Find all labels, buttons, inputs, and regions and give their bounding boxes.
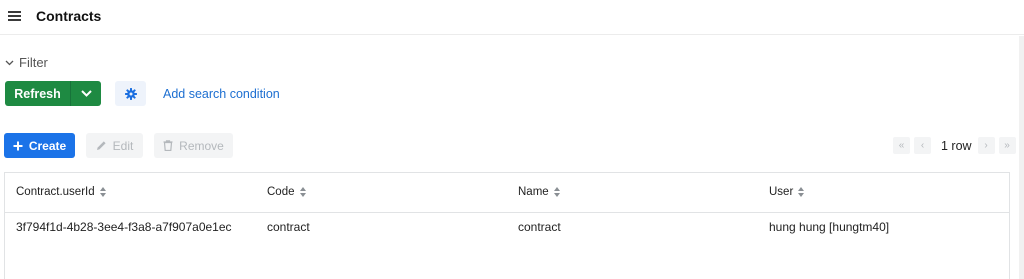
column-header-userid[interactable]: Contract.userId: [16, 186, 107, 198]
gear-icon: [124, 87, 137, 100]
chevron-down-icon: [80, 90, 92, 97]
column-header-label: User: [769, 186, 794, 198]
column-header-user[interactable]: User: [769, 186, 805, 198]
edit-button[interactable]: Edit: [86, 133, 143, 158]
pagination: « ‹ 1 row › »: [893, 137, 1020, 154]
cell-name: contract: [518, 220, 561, 234]
add-search-condition-link[interactable]: Add search condition: [163, 87, 280, 101]
cell-userid: 3f794f1d-4b28-3ee4-f3a8-a7f907a0e1ec: [16, 220, 232, 234]
sort-icon: [553, 187, 561, 197]
column-header-label: Contract.userId: [16, 186, 95, 198]
first-page-icon[interactable]: «: [893, 137, 910, 154]
last-page-icon[interactable]: »: [998, 137, 1016, 154]
top-bar: Contracts: [0, 0, 1024, 35]
remove-button[interactable]: Remove: [154, 133, 233, 158]
table-row[interactable]: 3f794f1d-4b28-3ee4-f3a8-a7f907a0e1ec con…: [5, 213, 1009, 241]
refresh-dropdown-button[interactable]: [70, 81, 101, 106]
trash-icon: [163, 140, 173, 151]
contracts-table: Contract.userId Code Name User 3f794f1d-…: [4, 172, 1010, 279]
sort-icon: [299, 187, 307, 197]
sort-icon: [798, 187, 805, 197]
filter-label: Filter: [19, 55, 48, 70]
page-title: Contracts: [36, 8, 102, 24]
remove-button-label: Remove: [179, 138, 224, 153]
cell-code: contract: [267, 220, 310, 234]
table-header: Contract.userId Code Name User: [5, 173, 1009, 213]
column-header-label: Name: [518, 186, 549, 198]
pencil-icon: [96, 141, 106, 150]
row-count: 1 row: [941, 138, 972, 153]
sort-icon: [99, 187, 107, 197]
column-header-code[interactable]: Code: [267, 186, 307, 198]
refresh-button[interactable]: Refresh: [5, 81, 70, 106]
create-button-label: Create: [28, 138, 67, 153]
plus-icon: [13, 141, 23, 150]
edit-button-label: Edit: [112, 138, 134, 153]
next-page-icon[interactable]: ›: [977, 137, 995, 154]
column-header-label: Code: [267, 186, 295, 198]
scrollbar[interactable]: [1019, 36, 1024, 279]
filter-toggle[interactable]: Filter: [5, 55, 48, 70]
create-button[interactable]: Create: [4, 133, 75, 158]
refresh-group: Refresh: [5, 81, 101, 106]
filter-settings-button[interactable]: [115, 81, 146, 106]
cell-user: hung hung [hungtm40]: [769, 220, 890, 234]
prev-page-icon[interactable]: ‹: [914, 137, 931, 154]
chevron-down-icon: [5, 60, 14, 65]
column-header-name[interactable]: Name: [518, 186, 561, 198]
menu-icon[interactable]: [8, 10, 21, 22]
